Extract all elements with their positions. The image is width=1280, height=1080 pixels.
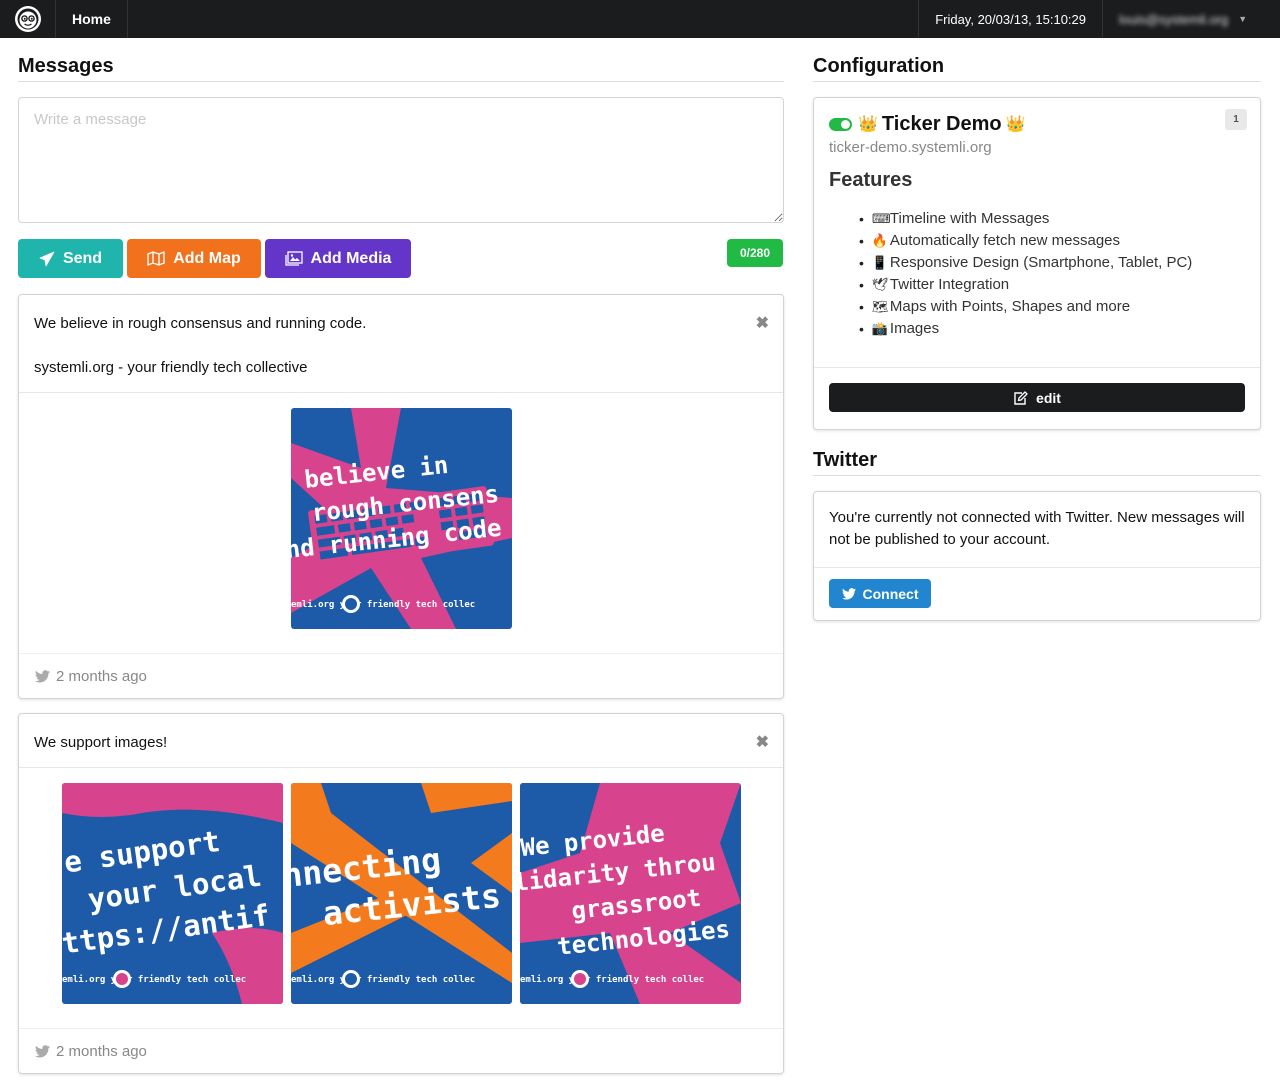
configuration-actions: edit bbox=[814, 367, 1260, 429]
crown-icon: 👑 bbox=[858, 116, 878, 133]
configuration-card: 👑 Ticker Demo 👑 ticker-demo.systemli.org… bbox=[813, 97, 1261, 430]
features-heading: Features bbox=[829, 169, 913, 191]
image-footer: emli.org your friendly tech collec bbox=[62, 974, 246, 985]
ticker-header: 👑 Ticker Demo 👑 ticker-demo.systemli.org… bbox=[814, 98, 1260, 340]
feature-label: Timeline with Messages bbox=[889, 210, 1050, 227]
twitter-connect-button[interactable]: Connect bbox=[829, 579, 931, 608]
composer-actions: Send Add Map Add Media 0/280 bbox=[18, 239, 784, 279]
message-image[interactable]: believe in rough consens nd running code… bbox=[290, 408, 512, 629]
keyboard-icon: ⌨ bbox=[871, 211, 891, 226]
ticker-id-badge: 1 bbox=[1225, 109, 1247, 130]
image-footer: emli.org your friendly tech collec bbox=[520, 974, 704, 985]
feature-label: Maps with Points, Shapes and more bbox=[889, 298, 1131, 315]
message-text: We support images! bbox=[19, 714, 783, 768]
map-icon bbox=[147, 251, 165, 266]
edit-button[interactable]: edit bbox=[829, 383, 1245, 412]
feature-item: 📱Responsive Design (Smartphone, Tablet, … bbox=[859, 252, 1245, 274]
add-media-label: Add Media bbox=[310, 249, 392, 267]
image-footer: emli.org your friendly tech collec bbox=[291, 974, 475, 985]
close-icon[interactable]: ✖ bbox=[756, 732, 769, 752]
camera-icon: 📸 bbox=[871, 321, 889, 336]
feature-item: 🕊Twitter Integration bbox=[859, 274, 1245, 296]
twitter-icon bbox=[35, 670, 50, 683]
nav-datetime: Friday, 20/03/13, 15:10:29 bbox=[918, 0, 1102, 38]
edit-icon bbox=[1014, 390, 1028, 405]
message-footer: 2 months ago bbox=[19, 654, 783, 699]
message-input[interactable] bbox=[18, 97, 784, 223]
char-counter-badge: 0/280 bbox=[727, 239, 783, 267]
close-icon[interactable]: ✖ bbox=[756, 313, 769, 333]
feature-item: 🔥Automatically fetch new messages bbox=[859, 230, 1245, 252]
message-timestamp: 2 months ago bbox=[56, 1043, 147, 1060]
systemli-logo-icon[interactable] bbox=[0, 0, 56, 38]
top-navbar: Home Friday, 20/03/13, 15:10:29 louis@sy… bbox=[0, 0, 1280, 38]
ticker-title: 👑 Ticker Demo 👑 bbox=[829, 113, 1245, 135]
send-icon bbox=[39, 251, 55, 266]
add-media-button[interactable]: Add Media bbox=[265, 239, 411, 278]
add-map-label: Add Map bbox=[173, 249, 241, 267]
feature-label: Images bbox=[889, 320, 940, 337]
fire-icon: 🔥 bbox=[871, 233, 889, 248]
message-line: We support images! bbox=[34, 734, 168, 751]
nav-home-link[interactable]: Home bbox=[56, 0, 128, 38]
message-media: believe in rough consens nd running code… bbox=[19, 393, 783, 654]
message-line: We believe in rough consensus and runnin… bbox=[34, 315, 367, 332]
message-line: systemli.org - your friendly tech collec… bbox=[34, 359, 308, 376]
sidebar-column: Configuration 👑 Ticker Demo 👑 ticker-dem… bbox=[813, 38, 1261, 621]
twitter-card: You're currently not connected with Twit… bbox=[813, 491, 1261, 621]
message-card: We support images! ✖ Ve support your loc… bbox=[18, 713, 784, 1074]
twitter-actions: Connect bbox=[814, 568, 1260, 619]
message-text: We believe in rough consensus and runnin… bbox=[19, 295, 783, 393]
message-media: Ve support your local ttps://antif emli.… bbox=[19, 768, 783, 1029]
feature-label: Automatically fetch new messages bbox=[889, 232, 1121, 249]
twitter-status-text: You're currently not connected with Twit… bbox=[814, 492, 1260, 568]
map-icon: 🗺 bbox=[871, 299, 889, 314]
message-footer: 2 months ago bbox=[19, 1029, 783, 1074]
message-image[interactable]: nnecting activists emli.org your friendl… bbox=[290, 783, 512, 1004]
twitter-heading: Twitter bbox=[813, 432, 1261, 476]
messages-column: Messages Send Add Map Add Media 0/280 We… bbox=[18, 38, 784, 1074]
feature-label: Twitter Integration bbox=[889, 276, 1010, 293]
image-footer: emli.org your friendly tech collec bbox=[291, 599, 475, 610]
connect-label: Connect bbox=[862, 585, 919, 602]
messages-heading: Messages bbox=[18, 38, 784, 82]
ticker-name: Ticker Demo bbox=[881, 112, 1002, 135]
crown-icon: 👑 bbox=[1005, 116, 1026, 133]
nav-user-menu[interactable]: louis@systemli.org ▼ bbox=[1102, 0, 1280, 38]
message-image[interactable]: We provide lidarity throu grassroot tech… bbox=[519, 783, 741, 1004]
twitter-icon bbox=[841, 587, 856, 600]
edit-label: edit bbox=[1036, 389, 1061, 406]
user-email: louis@systemli.org bbox=[1119, 11, 1229, 27]
message-image[interactable]: Ve support your local ttps://antif emli.… bbox=[61, 783, 283, 1004]
message-timestamp: 2 months ago bbox=[56, 668, 147, 685]
feature-item: 📸Images bbox=[859, 318, 1245, 340]
twitter-icon bbox=[35, 1045, 50, 1058]
active-toggle-icon[interactable] bbox=[829, 117, 852, 131]
ticker-domain: ticker-demo.systemli.org bbox=[829, 139, 992, 156]
message-card: We believe in rough consensus and runnin… bbox=[18, 294, 784, 699]
send-button[interactable]: Send bbox=[18, 239, 123, 278]
feature-item: 🗺Maps with Points, Shapes and more bbox=[859, 296, 1245, 318]
add-map-button[interactable]: Add Map bbox=[127, 239, 261, 278]
feature-label: Responsive Design (Smartphone, Tablet, P… bbox=[889, 254, 1193, 271]
smartphone-icon: 📱 bbox=[871, 255, 889, 270]
caret-down-icon: ▼ bbox=[1238, 14, 1248, 24]
image-icon bbox=[284, 251, 303, 266]
send-label: Send bbox=[62, 249, 103, 267]
feature-item: ⌨Timeline with Messages bbox=[859, 208, 1245, 230]
features-list: ⌨Timeline with Messages 🔥Automatically f… bbox=[829, 208, 1245, 340]
configuration-heading: Configuration bbox=[813, 38, 1261, 82]
bird-icon: 🕊 bbox=[871, 277, 889, 292]
